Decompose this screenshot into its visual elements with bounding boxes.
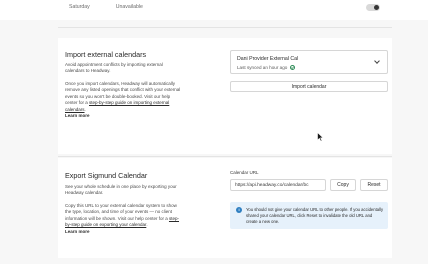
calendar-url-field[interactable]: https://api.headway.co/calendar/bc (230, 179, 326, 191)
import-desc-text: Avoid appointment conflicts by importing… (65, 62, 163, 74)
export-section-help: Copy this URL to your external calendar … (65, 203, 181, 235)
export-learn-more-link[interactable]: Learn more (65, 229, 90, 234)
import-section-title: Import external calendars (65, 50, 147, 59)
settings-page: Saturday Unavailable Import external cal… (0, 0, 428, 264)
export-calendar-section: Export Sigmund Calendar See your whole s… (58, 158, 392, 258)
availability-row-saturday: Saturday Unavailable (0, 0, 428, 20)
import-learn-more-link[interactable]: Learn more (65, 113, 90, 118)
import-section-help: Once you import calendars, Headway will … (65, 81, 181, 119)
divider (58, 156, 392, 157)
external-calendar-name: Dani Provider External Cal (237, 56, 299, 62)
import-help-end: . (84, 106, 86, 112)
availability-status: Unavailable (115, 4, 143, 10)
calendar-url-label: Calendar URL (230, 170, 259, 175)
divider (58, 27, 392, 28)
notice-text: You should not give your calendar URL to… (246, 207, 384, 224)
chevron-down-icon[interactable] (374, 58, 380, 64)
info-icon: i (236, 207, 242, 213)
external-calendar-card[interactable]: Dani Provider External Cal Last synced a… (230, 50, 388, 74)
export-section-desc: See your whole schedule in one place by … (65, 184, 181, 197)
day-label: Saturday (69, 4, 90, 10)
import-calendar-button[interactable]: Import calendar (230, 81, 388, 92)
check-circle-icon (289, 65, 295, 70)
export-help-text: Copy this URL to your external calendar … (65, 203, 177, 221)
export-help-end: . (146, 222, 148, 228)
reset-button[interactable]: Reset (360, 179, 388, 191)
mouse-cursor-icon (317, 129, 324, 147)
copy-button[interactable]: Copy (330, 179, 356, 191)
sync-status: Last synced an hour ago (237, 65, 295, 70)
export-desc-text: See your whole schedule in one place by … (65, 184, 177, 196)
availability-row-labels: Saturday Unavailable (69, 4, 143, 10)
import-section-desc: Avoid appointment conflicts by importing… (65, 62, 181, 75)
sync-status-text: Last synced an hour ago (237, 65, 288, 70)
security-notice: i You should not give your calendar URL … (230, 202, 388, 229)
import-calendars-section: Import external calendars Avoid appointm… (58, 38, 392, 154)
export-section-title: Export Sigmund Calendar (65, 171, 148, 180)
availability-toggle[interactable] (366, 4, 380, 11)
